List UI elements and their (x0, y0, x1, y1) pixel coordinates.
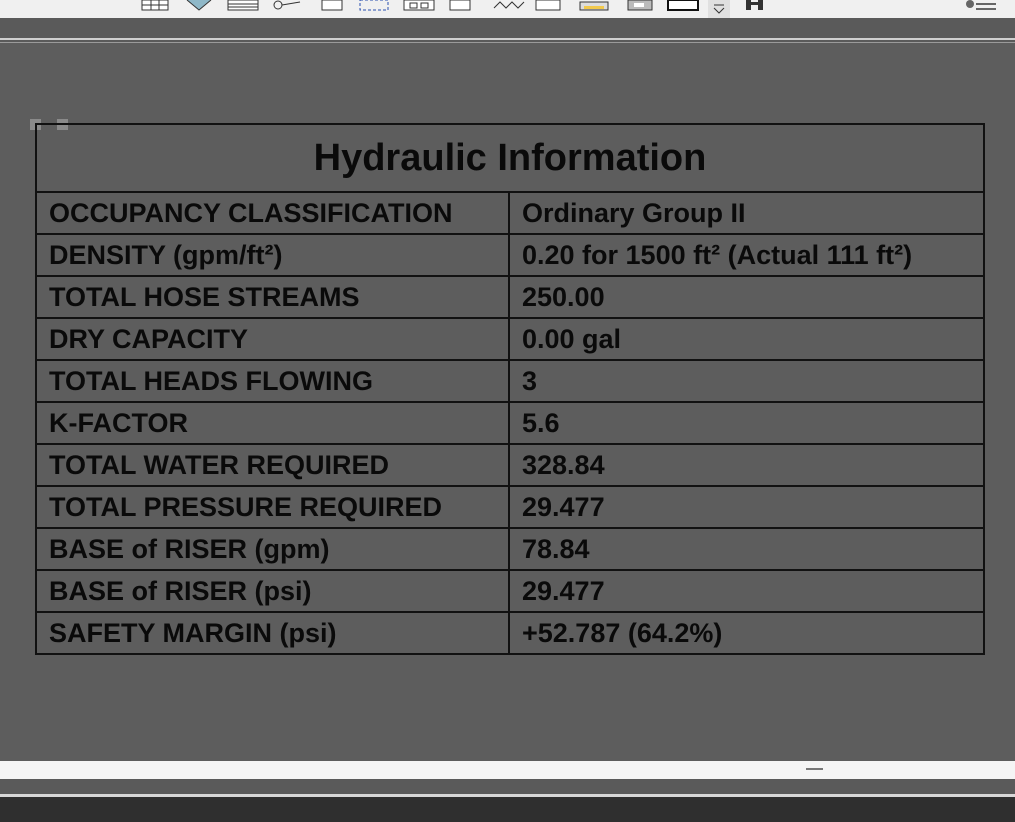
list-icon[interactable] (960, 0, 1000, 12)
row-value: 250.00 (508, 275, 985, 319)
row-label: TOTAL WATER REQUIRED (35, 443, 510, 487)
table-row: BASE of RISER (psi) 29.477 (35, 569, 985, 613)
horizontal-scrollbar[interactable] (0, 761, 1015, 779)
row-label: TOTAL HEADS FLOWING (35, 359, 510, 403)
status-spacer (0, 779, 1015, 794)
row-label: K-FACTOR (35, 401, 510, 445)
table-row: OCCUPANCY CLASSIFICATION Ordinary Group … (35, 191, 985, 235)
row-label: SAFETY MARGIN (psi) (35, 611, 510, 655)
row-label: DRY CAPACITY (35, 317, 510, 361)
row-value: 3 (508, 359, 985, 403)
frame-icon[interactable] (626, 0, 656, 12)
toolbar-divider (0, 38, 1015, 40)
riser-icon[interactable] (742, 0, 776, 12)
toolbar (0, 0, 1015, 18)
table-row: TOTAL PRESSURE REQUIRED 29.477 (35, 485, 985, 529)
row-value: 0.00 gal (508, 317, 985, 361)
row-label: DENSITY (gpm/ft²) (35, 233, 510, 277)
table-row: TOTAL HOSE STREAMS 250.00 (35, 275, 985, 319)
table-title: Hydraulic Information (35, 123, 985, 193)
table-grid-icon[interactable] (140, 0, 172, 12)
link-tool-icon[interactable] (270, 0, 304, 12)
row-value: 5.6 (508, 401, 985, 445)
window-icon[interactable] (320, 0, 346, 12)
panel-icon[interactable] (402, 0, 438, 12)
table-row: TOTAL WATER REQUIRED 328.84 (35, 443, 985, 487)
row-label: OCCUPANCY CLASSIFICATION (35, 191, 510, 235)
table-row: TOTAL HEADS FLOWING 3 (35, 359, 985, 403)
table-title-row: Hydraulic Information (35, 123, 985, 193)
minimize-icon[interactable] (806, 768, 823, 770)
printer-icon[interactable] (578, 0, 612, 12)
waveform-icon[interactable] (492, 0, 526, 12)
overflow-icon[interactable] (708, 0, 730, 18)
filled-box-icon[interactable] (666, 0, 700, 12)
row-label: BASE of RISER (psi) (35, 569, 510, 613)
row-label: BASE of RISER (gpm) (35, 527, 510, 571)
row-label: TOTAL PRESSURE REQUIRED (35, 485, 510, 529)
table-row: K-FACTOR 5.6 (35, 401, 985, 445)
row-value: 29.477 (508, 569, 985, 613)
row-label: TOTAL HOSE STREAMS (35, 275, 510, 319)
row-value: 328.84 (508, 443, 985, 487)
pencil-icon[interactable] (185, 0, 217, 12)
table-row: BASE of RISER (gpm) 78.84 (35, 527, 985, 571)
table-row: SAFETY MARGIN (psi) +52.787 (64.2%) (35, 611, 985, 655)
table-row: DENSITY (gpm/ft²) 0.20 for 1500 ft² (Act… (35, 233, 985, 277)
select-dashed-icon[interactable] (358, 0, 392, 12)
row-value: 29.477 (508, 485, 985, 529)
row-value: 0.20 for 1500 ft² (Actual 111 ft²) (508, 233, 985, 277)
row-value: Ordinary Group II (508, 191, 985, 235)
table-row: DRY CAPACITY 0.00 gal (35, 317, 985, 361)
row-value: +52.787 (64.2%) (508, 611, 985, 655)
square-icon[interactable] (448, 0, 474, 12)
spreadsheet-icon[interactable] (226, 0, 260, 12)
hydraulic-info-table[interactable]: Hydraulic Information OCCUPANCY CLASSIFI… (35, 123, 985, 655)
command-line-bar[interactable] (0, 797, 1015, 822)
blank-window-icon[interactable] (534, 0, 562, 12)
row-value: 78.84 (508, 527, 985, 571)
